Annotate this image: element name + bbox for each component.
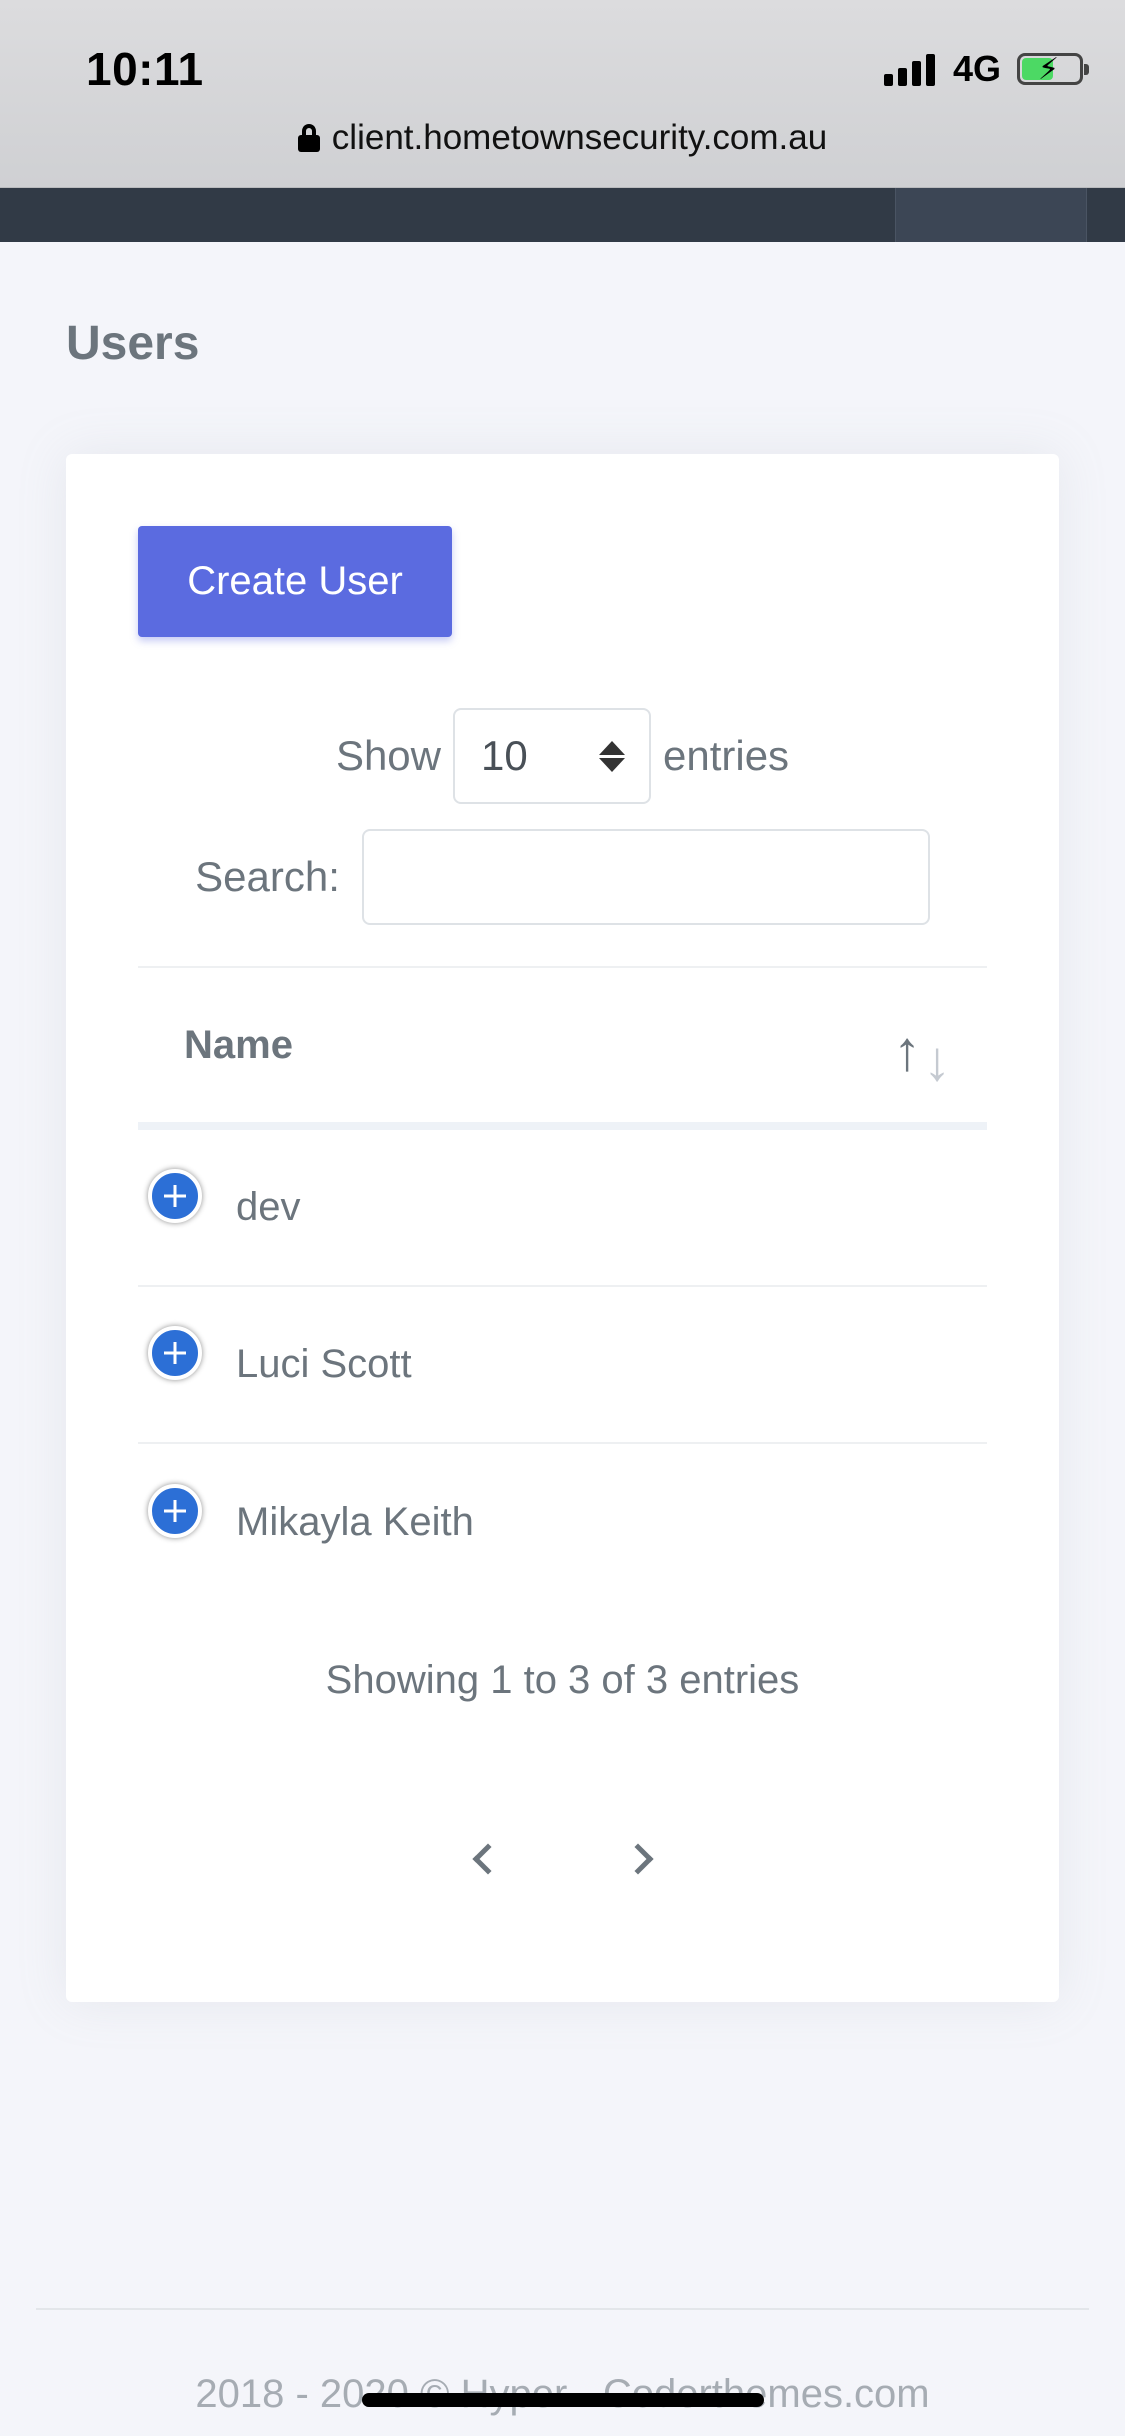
expand-plus-icon[interactable]	[148, 1168, 202, 1223]
previous-page-button[interactable]	[458, 1834, 508, 1884]
status-time: 10:11	[86, 43, 204, 95]
next-page-button[interactable]	[618, 1834, 668, 1884]
url-text: client.hometownsecurity.com.au	[331, 118, 828, 157]
sort-icon: ↑ ↓	[893, 1019, 951, 1092]
network-type: 4G	[952, 48, 1001, 89]
search-label: Search:	[195, 853, 340, 900]
pagination	[66, 1834, 1059, 1884]
topbar-user-menu[interactable]	[895, 188, 1087, 242]
show-label: Show	[335, 732, 441, 779]
column-header-name: Name	[184, 1022, 293, 1067]
lock-icon	[297, 124, 320, 152]
users-table: Name ↑ ↓ dev Luci Scott Mikayla Keith	[138, 966, 987, 1601]
expand-plus-icon[interactable]	[148, 1325, 202, 1380]
home-indicator	[362, 2393, 764, 2407]
entries-select[interactable]: 10	[453, 708, 651, 804]
search-input[interactable]	[361, 829, 930, 925]
search-control: Search:	[66, 829, 1059, 925]
chevron-left-icon	[471, 1843, 504, 1875]
table-row: Mikayla Keith	[138, 1444, 987, 1601]
browser-chrome: 10:11 4G ⚡ client.hometownsecurity.com.a…	[0, 0, 1125, 188]
table-row: Luci Scott	[138, 1287, 987, 1444]
address-bar[interactable]: client.hometownsecurity.com.au	[0, 118, 1125, 158]
expand-plus-icon[interactable]	[148, 1483, 202, 1538]
user-name: dev	[236, 1185, 301, 1229]
battery-charging-icon: ⚡	[1017, 53, 1089, 86]
entries-label: entries	[663, 732, 790, 779]
user-name: Mikayla Keith	[236, 1500, 474, 1544]
user-name: Luci Scott	[236, 1342, 412, 1386]
table-header-name[interactable]: Name ↑ ↓	[138, 966, 987, 1130]
footer-divider	[36, 2308, 1089, 2310]
app-topbar	[0, 188, 1125, 242]
entries-select-value: 10	[481, 732, 528, 779]
select-arrows-icon	[599, 740, 625, 772]
table-row: dev	[138, 1130, 987, 1287]
page-title: Users	[66, 317, 200, 370]
signal-icon	[883, 52, 935, 86]
status-indicators: 4G ⚡	[883, 48, 1089, 90]
create-user-button[interactable]: Create User	[138, 526, 452, 637]
entries-length-control: Show 10 entries	[66, 708, 1059, 804]
table-info: Showing 1 to 3 of 3 entries	[325, 1658, 800, 1702]
users-card: Create User Show 10 entries Search: Name…	[66, 454, 1059, 2002]
chevron-right-icon	[621, 1843, 654, 1875]
